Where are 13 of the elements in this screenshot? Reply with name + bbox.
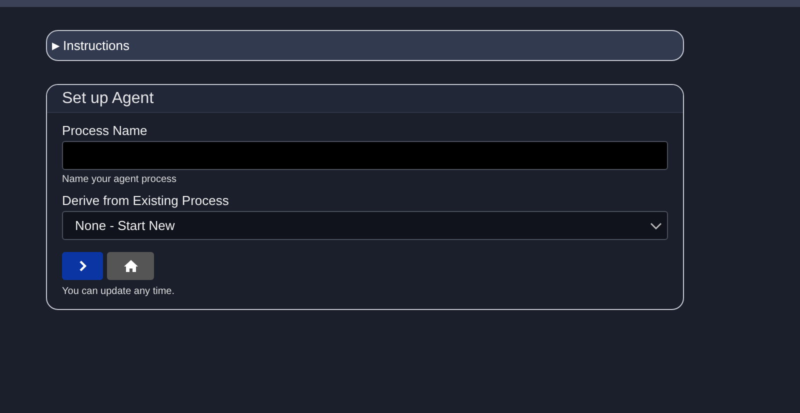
card-title: Set up Agent [62, 90, 154, 108]
home-icon [124, 260, 138, 272]
field-label: Derive from Existing Process [62, 193, 230, 208]
next-button[interactable] [62, 252, 103, 280]
help-text: Name your agent process [62, 174, 178, 185]
instructions-toggle[interactable]: ▶ Instructions [46, 30, 684, 61]
field-label: Process Name [62, 123, 148, 138]
input-field[interactable] [62, 141, 668, 170]
chevron-right-icon [78, 260, 86, 272]
note-text: You can update any time. [62, 286, 176, 297]
chevron-down-icon [650, 222, 662, 230]
home-button[interactable] [107, 252, 154, 280]
dropdown[interactable]: None - Start New [62, 211, 668, 240]
